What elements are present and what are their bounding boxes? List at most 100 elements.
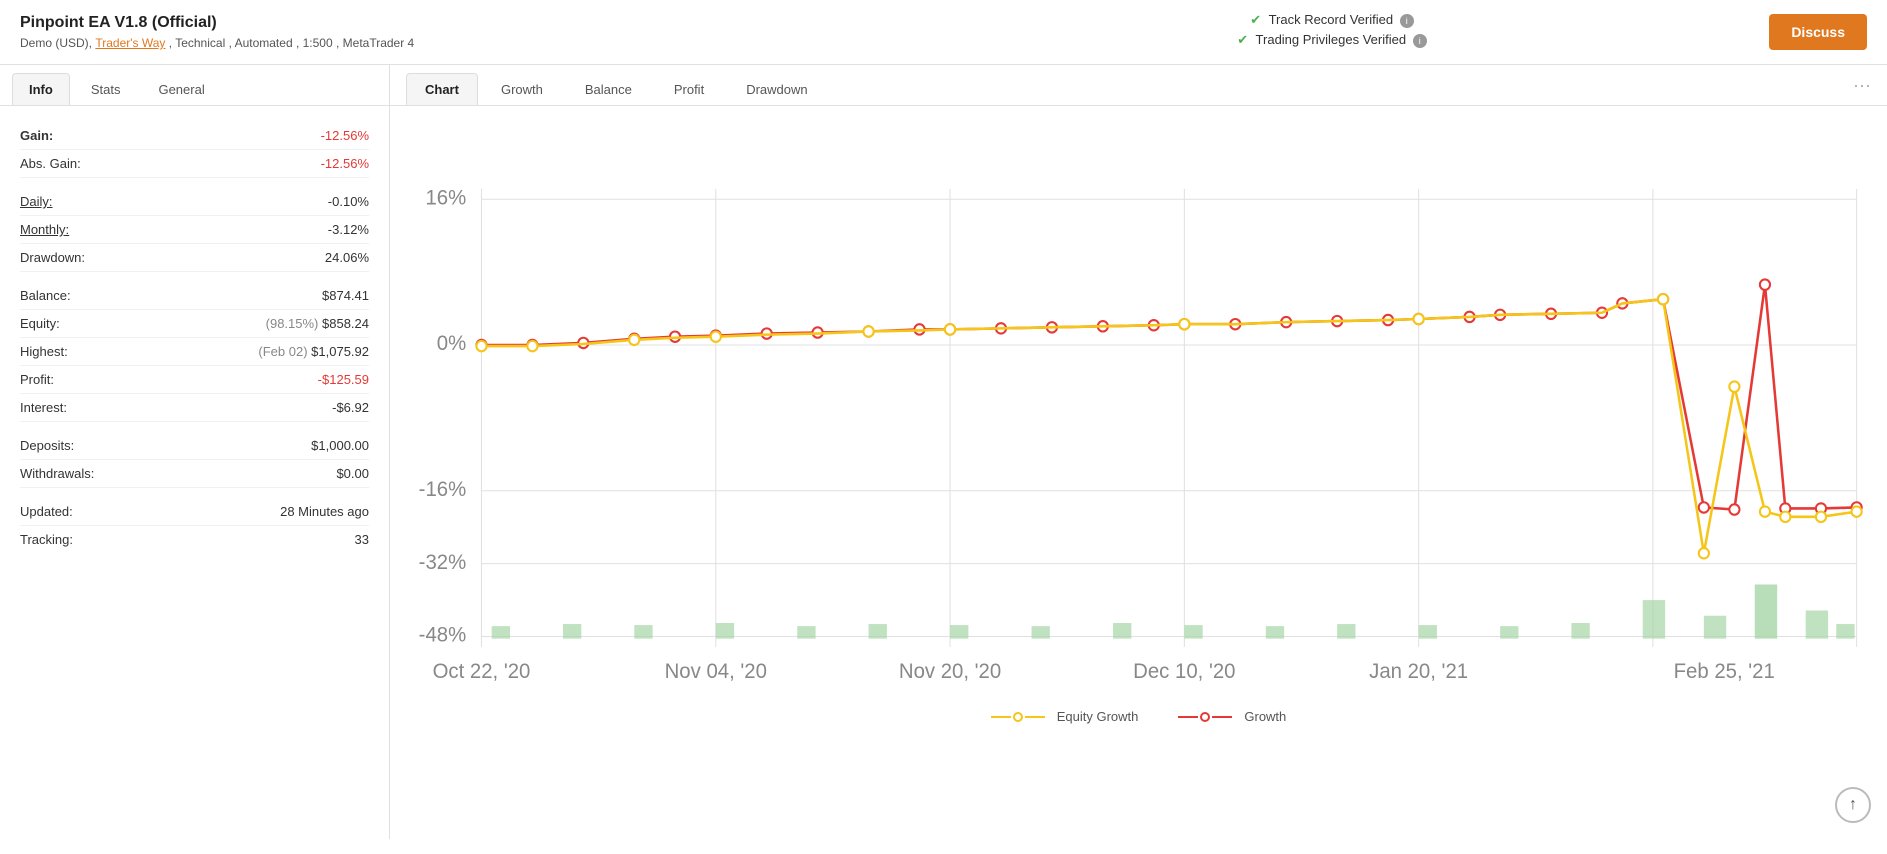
deposits-row: Deposits: $1,000.00 — [20, 432, 369, 460]
svg-text:Nov 04, '20: Nov 04, '20 — [665, 660, 767, 683]
main-content: Info Stats General Gain: -12.56% Abs. Ga… — [0, 65, 1887, 839]
equity-dot — [711, 332, 721, 342]
highest-label: Highest: — [20, 344, 68, 359]
monthly-value: -3.12% — [328, 222, 369, 237]
tracking-label: Tracking: — [20, 532, 73, 547]
withdrawals-label: Withdrawals: — [20, 466, 94, 481]
equity-dot — [1179, 319, 1189, 329]
equity-dot — [945, 324, 955, 334]
verified-trading: ✔ Trading Privileges Verified i — [895, 32, 1770, 48]
growth-line — [481, 285, 1856, 510]
withdrawals-row: Withdrawals: $0.00 — [20, 460, 369, 488]
equity-dot — [1729, 381, 1739, 391]
traders-way-link[interactable]: Trader's Way — [95, 36, 165, 50]
interest-label: Interest: — [20, 400, 67, 415]
equity-dot — [1760, 506, 1770, 516]
header-right: Discuss — [1769, 14, 1867, 50]
subtitle-post: , Technical , Automated , 1:500 , MetaTr… — [165, 36, 414, 50]
svg-text:16%: 16% — [425, 186, 466, 209]
chart-area: .grid-line { stroke: #e0e0e0; stroke-wid… — [390, 106, 1887, 839]
svg-text:-32%: -32% — [419, 551, 467, 574]
page-title: Pinpoint EA V1.8 (Official) — [20, 14, 895, 32]
abs-gain-value: -12.56% — [321, 156, 369, 171]
verified-trading-label: Trading Privileges Verified — [1256, 32, 1407, 47]
profit-label: Profit: — [20, 372, 54, 387]
check-icon-track: ✔ — [1250, 12, 1261, 27]
tab-stats[interactable]: Stats — [74, 73, 138, 105]
growth-dot — [1760, 279, 1770, 289]
equity-dot — [1699, 548, 1709, 558]
svg-text:Jan 20, '21: Jan 20, '21 — [1369, 660, 1468, 683]
daily-label[interactable]: Daily: — [20, 194, 53, 209]
gain-row: Gain: -12.56% — [20, 122, 369, 150]
balance-label: Balance: — [20, 288, 71, 303]
equity-dot — [1414, 314, 1424, 324]
drawdown-label: Drawdown: — [20, 250, 85, 265]
interest-row: Interest: -$6.92 — [20, 394, 369, 422]
tab-general[interactable]: General — [141, 73, 221, 105]
drawdown-row: Drawdown: 24.06% — [20, 244, 369, 272]
discuss-button[interactable]: Discuss — [1769, 14, 1867, 50]
info-icon-trading[interactable]: i — [1413, 34, 1427, 48]
left-panel: Info Stats General Gain: -12.56% Abs. Ga… — [0, 65, 390, 839]
tab-chart[interactable]: Chart — [406, 73, 478, 105]
subtitle-pre: Demo (USD), — [20, 36, 95, 50]
svg-text:Dec 10, '20: Dec 10, '20 — [1133, 660, 1235, 683]
tab-growth[interactable]: Growth — [482, 73, 562, 105]
tab-balance[interactable]: Balance — [566, 73, 651, 105]
legend-equity: Equity Growth — [991, 709, 1139, 724]
profit-row: Profit: -$125.59 — [20, 366, 369, 394]
info-icon-track[interactable]: i — [1400, 14, 1414, 28]
withdrawals-value: $0.00 — [336, 466, 369, 481]
equity-growth-line — [481, 299, 1856, 553]
growth-dot — [1699, 502, 1709, 512]
equity-dot — [1658, 294, 1668, 304]
drawdown-value: 24.06% — [325, 250, 369, 265]
gain-label: Gain: — [20, 128, 53, 143]
left-tabs: Info Stats General — [0, 65, 389, 106]
legend-growth-label: Growth — [1244, 709, 1286, 724]
equity-label: Equity: — [20, 316, 60, 331]
chart-legend: Equity Growth Growth — [400, 699, 1877, 730]
chart-options-button[interactable]: ··· — [1853, 75, 1871, 104]
deposits-label: Deposits: — [20, 438, 74, 453]
abs-gain-row: Abs. Gain: -12.56% — [20, 150, 369, 178]
svg-text:-16%: -16% — [419, 478, 467, 501]
equity-dot — [863, 326, 873, 336]
tracking-value: 33 — [355, 532, 369, 547]
highest-value: (Feb 02) $1,075.92 — [258, 344, 369, 359]
abs-gain-label: Abs. Gain: — [20, 156, 81, 171]
equity-dot — [1780, 512, 1790, 522]
tab-profit[interactable]: Profit — [655, 73, 723, 105]
growth-dot — [1729, 504, 1739, 514]
profit-value: -$125.59 — [318, 372, 369, 387]
tracking-row: Tracking: 33 — [20, 526, 369, 553]
monthly-row: Monthly: -3.12% — [20, 216, 369, 244]
scroll-up-button[interactable]: ↑ — [1835, 787, 1871, 823]
legend-growth: Growth — [1178, 709, 1286, 724]
updated-value: 28 Minutes ago — [280, 504, 369, 519]
monthly-label[interactable]: Monthly: — [20, 222, 69, 237]
gain-value: -12.56% — [321, 128, 369, 143]
verified-track-label: Track Record Verified — [1269, 12, 1394, 27]
legend-equity-label: Equity Growth — [1057, 709, 1139, 724]
tab-info[interactable]: Info — [12, 73, 70, 105]
svg-text:Feb 25, '21: Feb 25, '21 — [1674, 660, 1775, 683]
tab-drawdown[interactable]: Drawdown — [727, 73, 826, 105]
highest-row: Highest: (Feb 02) $1,075.92 — [20, 338, 369, 366]
chart-tabs: Chart Growth Balance Profit Drawdown ··· — [390, 65, 1887, 106]
updated-label: Updated: — [20, 504, 73, 519]
svg-text:Oct 22, '20: Oct 22, '20 — [433, 660, 531, 683]
daily-value: -0.10% — [328, 194, 369, 209]
verified-section: ✔ Track Record Verified i ✔ Trading Priv… — [895, 12, 1770, 52]
updated-row: Updated: 28 Minutes ago — [20, 498, 369, 526]
balance-row: Balance: $874.41 — [20, 282, 369, 310]
header-subtitle: Demo (USD), Trader's Way , Technical , A… — [20, 36, 895, 50]
interest-value: -$6.92 — [332, 400, 369, 415]
equity-value: (98.15%) $858.24 — [266, 316, 369, 331]
deposits-value: $1,000.00 — [311, 438, 369, 453]
right-panel: Chart Growth Balance Profit Drawdown ···… — [390, 65, 1887, 839]
equity-row: Equity: (98.15%) $858.24 — [20, 310, 369, 338]
check-icon-trading: ✔ — [1237, 32, 1248, 47]
main-chart-svg: .grid-line { stroke: #e0e0e0; stroke-wid… — [400, 116, 1877, 699]
